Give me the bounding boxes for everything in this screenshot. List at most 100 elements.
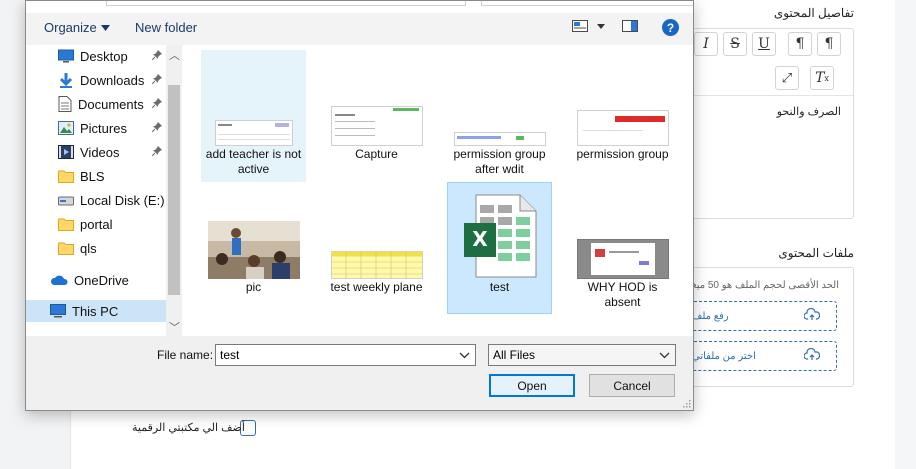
file-item[interactable]: permission group after wdit bbox=[447, 50, 552, 182]
file-name: permission group after wdit bbox=[453, 147, 546, 176]
change-view-icon[interactable] bbox=[572, 20, 588, 32]
nav-item-bls[interactable]: BLS bbox=[58, 165, 168, 187]
view-options-chevron-icon[interactable] bbox=[597, 23, 605, 29]
screenshot-thumbnail bbox=[453, 132, 546, 146]
nav-item-local-disk[interactable]: Local Disk (E:) bbox=[58, 189, 168, 211]
screenshot-thumbnail bbox=[576, 110, 669, 146]
cancel-button-label: Cancel bbox=[613, 378, 651, 393]
pin-icon bbox=[152, 122, 162, 132]
nav-item-label: Pictures bbox=[80, 120, 127, 136]
strikethrough-button[interactable]: S bbox=[723, 32, 747, 56]
new-folder-label: New folder bbox=[135, 20, 198, 35]
editor-toolbar-divider bbox=[686, 95, 853, 96]
screenshot-thumbnail bbox=[576, 239, 669, 279]
cloud-upload-icon bbox=[804, 308, 820, 320]
resize-grip-icon[interactable] bbox=[681, 398, 691, 408]
open-button-label: Open bbox=[517, 378, 547, 393]
file-item[interactable]: WHY HOD is absent bbox=[570, 183, 675, 315]
file-item[interactable]: add teacher is not active bbox=[201, 50, 306, 182]
videos-icon bbox=[58, 145, 74, 159]
file-name: WHY HOD is absent bbox=[587, 280, 658, 309]
folder-icon bbox=[58, 218, 74, 231]
open-button[interactable]: Open bbox=[489, 374, 575, 397]
screenshot-thumbnail bbox=[330, 106, 423, 146]
scroll-up-icon[interactable]: ︿ bbox=[169, 47, 180, 63]
pin-icon bbox=[152, 98, 162, 108]
nav-item-qls[interactable]: qls bbox=[58, 237, 168, 259]
command-bar: Organize New folder ? bbox=[26, 13, 693, 45]
nav-item-label: qls bbox=[80, 240, 97, 256]
file-list: add teacher is not active Capture permis… bbox=[186, 45, 693, 336]
nav-item-desktop[interactable]: Desktop bbox=[58, 45, 168, 67]
nav-item-label: OneDrive bbox=[74, 272, 129, 288]
underline-button[interactable]: U bbox=[752, 32, 776, 56]
navigation-scrollbar[interactable]: ︿ ﹀ bbox=[166, 45, 182, 336]
content-files-box: الحد الأقصى لحجم الملف هو 50 ميغا بايت ر… bbox=[668, 267, 854, 387]
address-bar[interactable] bbox=[106, 1, 466, 6]
italic-button[interactable]: I bbox=[694, 32, 718, 56]
nav-item-label: Local Disk (E:) bbox=[80, 192, 165, 208]
ltr-paragraph-button[interactable]: ¶ bbox=[817, 32, 841, 56]
screenshot-thumbnail bbox=[214, 120, 293, 146]
content-editor[interactable]: I S U ¶ ¶ ⤢ Tx الصرف والنحو bbox=[685, 28, 854, 219]
nav-item-label: Downloads bbox=[80, 72, 145, 88]
nav-item-label: BLS bbox=[80, 168, 105, 184]
organize-button[interactable]: Organize bbox=[44, 20, 110, 35]
content-files-label: ملفات المحتوى bbox=[778, 246, 854, 260]
file-thumbnail bbox=[447, 50, 552, 146]
nav-item-documents[interactable]: Documents bbox=[58, 93, 168, 115]
desktop-icon bbox=[58, 49, 74, 63]
cloud-upload-icon bbox=[804, 348, 820, 360]
help-icon[interactable]: ? bbox=[662, 19, 679, 36]
new-folder-button[interactable]: New folder bbox=[135, 20, 197, 35]
file-type-value: All Files bbox=[493, 348, 536, 362]
nav-item-onedrive[interactable]: OneDrive bbox=[50, 269, 160, 291]
add-to-library-label: أضف الي مكتبتي الرقمية bbox=[132, 422, 245, 434]
file-item[interactable]: X test bbox=[447, 182, 552, 314]
file-name: test weekly plane bbox=[330, 280, 423, 294]
nav-item-label: Desktop bbox=[80, 48, 128, 64]
scroll-down-icon[interactable]: ﹀ bbox=[169, 319, 180, 335]
scrollbar-thumb[interactable] bbox=[168, 85, 180, 295]
navigation-pane: Desktop Downloads Documents Pictures Vid… bbox=[26, 45, 182, 336]
editor-text[interactable]: الصرف والنحو bbox=[686, 105, 841, 118]
file-item[interactable]: pic bbox=[201, 183, 306, 315]
rtl-paragraph-button[interactable]: ¶ bbox=[788, 32, 812, 56]
chevron-down-icon[interactable] bbox=[459, 349, 470, 361]
nav-item-label: This PC bbox=[72, 303, 119, 319]
clear-format-button[interactable]: Tx bbox=[810, 66, 834, 90]
file-thumbnail bbox=[324, 50, 429, 146]
svg-text:X: X bbox=[472, 227, 488, 251]
file-item[interactable]: test weekly plane bbox=[324, 183, 429, 315]
file-type-select[interactable]: All Files bbox=[488, 344, 676, 366]
cancel-button[interactable]: Cancel bbox=[589, 374, 675, 397]
photo-thumbnail bbox=[207, 221, 300, 279]
nav-item-portal[interactable]: portal bbox=[58, 213, 168, 235]
folder-icon bbox=[58, 170, 74, 183]
file-name-label: File name: bbox=[157, 348, 214, 362]
excel-file-icon: X bbox=[463, 194, 536, 278]
file-item[interactable]: Capture bbox=[324, 50, 429, 182]
file-name: Capture bbox=[355, 147, 398, 161]
nav-item-label: Videos bbox=[80, 144, 120, 160]
nav-item-this-pc[interactable]: This PC bbox=[26, 300, 166, 322]
chevron-down-icon[interactable] bbox=[659, 349, 670, 361]
nav-item-downloads[interactable]: Downloads bbox=[58, 69, 168, 91]
file-thumbnail bbox=[324, 183, 429, 279]
file-name: permission group bbox=[576, 147, 669, 161]
nav-item-videos[interactable]: Videos bbox=[58, 141, 168, 163]
onedrive-icon bbox=[50, 275, 68, 285]
file-item[interactable]: permission group bbox=[570, 50, 675, 182]
documents-icon bbox=[58, 96, 72, 112]
nav-item-pictures[interactable]: Pictures bbox=[58, 117, 168, 139]
fullscreen-icon[interactable]: ⤢ bbox=[775, 66, 799, 90]
nav-item-label: portal bbox=[80, 216, 113, 232]
file-thumbnail: X bbox=[448, 183, 551, 279]
this-pc-icon bbox=[50, 304, 66, 318]
view-controls bbox=[572, 20, 638, 32]
search-box[interactable] bbox=[481, 1, 693, 6]
preview-pane-icon[interactable] bbox=[622, 20, 638, 32]
file-name-input[interactable]: test bbox=[215, 344, 476, 366]
choose-from-my-files-button[interactable]: اختر من ملفاتي bbox=[691, 341, 837, 371]
upload-file-button[interactable]: رفع ملف bbox=[691, 301, 837, 331]
